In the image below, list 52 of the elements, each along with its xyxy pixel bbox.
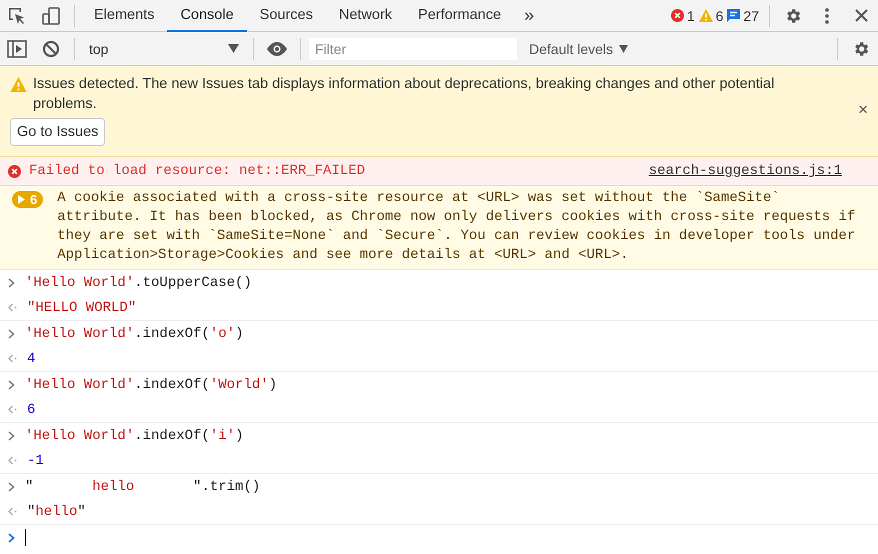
input-prompt-icon (8, 328, 15, 338)
more-options-icon[interactable] (825, 8, 829, 24)
go-to-issues-button[interactable]: Go to Issues (10, 118, 106, 146)
warning-icon (10, 77, 27, 92)
message-icon (727, 9, 740, 22)
command-text: 'Hello World'.indexOf('o') (25, 326, 244, 342)
result-arrow-icon (8, 354, 17, 363)
filter-field[interactable]: Filter (309, 38, 517, 60)
error-count: 1 (686, 8, 695, 24)
panel-tab[interactable]: Network (326, 0, 406, 32)
input-prompt-icon (8, 380, 15, 390)
warning-icon (698, 9, 713, 22)
error-icon (670, 9, 684, 22)
log-levels-dropdown[interactable]: Default levels (529, 40, 628, 56)
panel-tab[interactable]: Elements (81, 0, 168, 32)
inspect-icon[interactable] (7, 6, 27, 26)
input-prompt-icon (8, 482, 15, 492)
dropdown-caret-icon (619, 44, 628, 52)
command-text: 'Hello World'.indexOf('i') (25, 428, 244, 444)
error-icon (8, 164, 21, 178)
result-arrow-icon (8, 405, 17, 414)
command-text: " hello ".trim() (25, 478, 260, 494)
command-text: 'Hello World'.indexOf('World') (25, 376, 278, 392)
command-text: 'Hello World'.toUpperCase() (25, 274, 252, 290)
warning-message: A cookie associated with a cross-site resource at <URL> was set without the `SameSite` attribute. It has been blocked, as Chrome now only delivers cookies with cross-site requests if they are set with `SameSite=None` and `Secure`. You can review cookies in developer tools under Application>Storage>Cookies and see more details at <URL> and <URL>. (57, 189, 856, 265)
input-prompt-icon (8, 278, 15, 288)
input-prompt-icon (8, 430, 15, 440)
input-prompt-icon (8, 532, 15, 542)
source-link[interactable]: search-suggestions.js:1 (648, 163, 842, 179)
panel-tab[interactable]: Performance (405, 0, 514, 32)
close-banner-button[interactable]: × (858, 100, 868, 120)
result-text: 4 (27, 350, 36, 366)
eye-icon[interactable] (266, 42, 288, 56)
clear-console-icon[interactable] (42, 40, 60, 58)
result-arrow-icon (8, 303, 17, 312)
error-message: Failed to load resource: net::ERR_FAILED (29, 163, 366, 179)
close-icon[interactable] (854, 9, 868, 22)
panel-tab[interactable]: Sources (246, 0, 326, 32)
warning-count: 6 (716, 8, 724, 24)
more-tabs-button[interactable]: » (514, 5, 544, 26)
sidebar-toggle-icon[interactable] (7, 40, 27, 58)
result-text: "HELLO WORLD" (27, 300, 136, 316)
result-arrow-icon (8, 456, 17, 465)
result-text: "hello" (27, 504, 86, 520)
result-text: -1 (27, 452, 44, 468)
device-toolbar-icon[interactable] (41, 6, 61, 26)
context-selector[interactable]: top (81, 36, 247, 62)
dropdown-caret-icon (228, 44, 239, 53)
message-count: 27 (743, 8, 759, 24)
result-arrow-icon (8, 507, 17, 516)
issues-message: Issues detected. The new Issues tab displays information about deprecations, breaking changes and other potential problems. (33, 75, 776, 114)
result-text: 6 (27, 402, 36, 418)
